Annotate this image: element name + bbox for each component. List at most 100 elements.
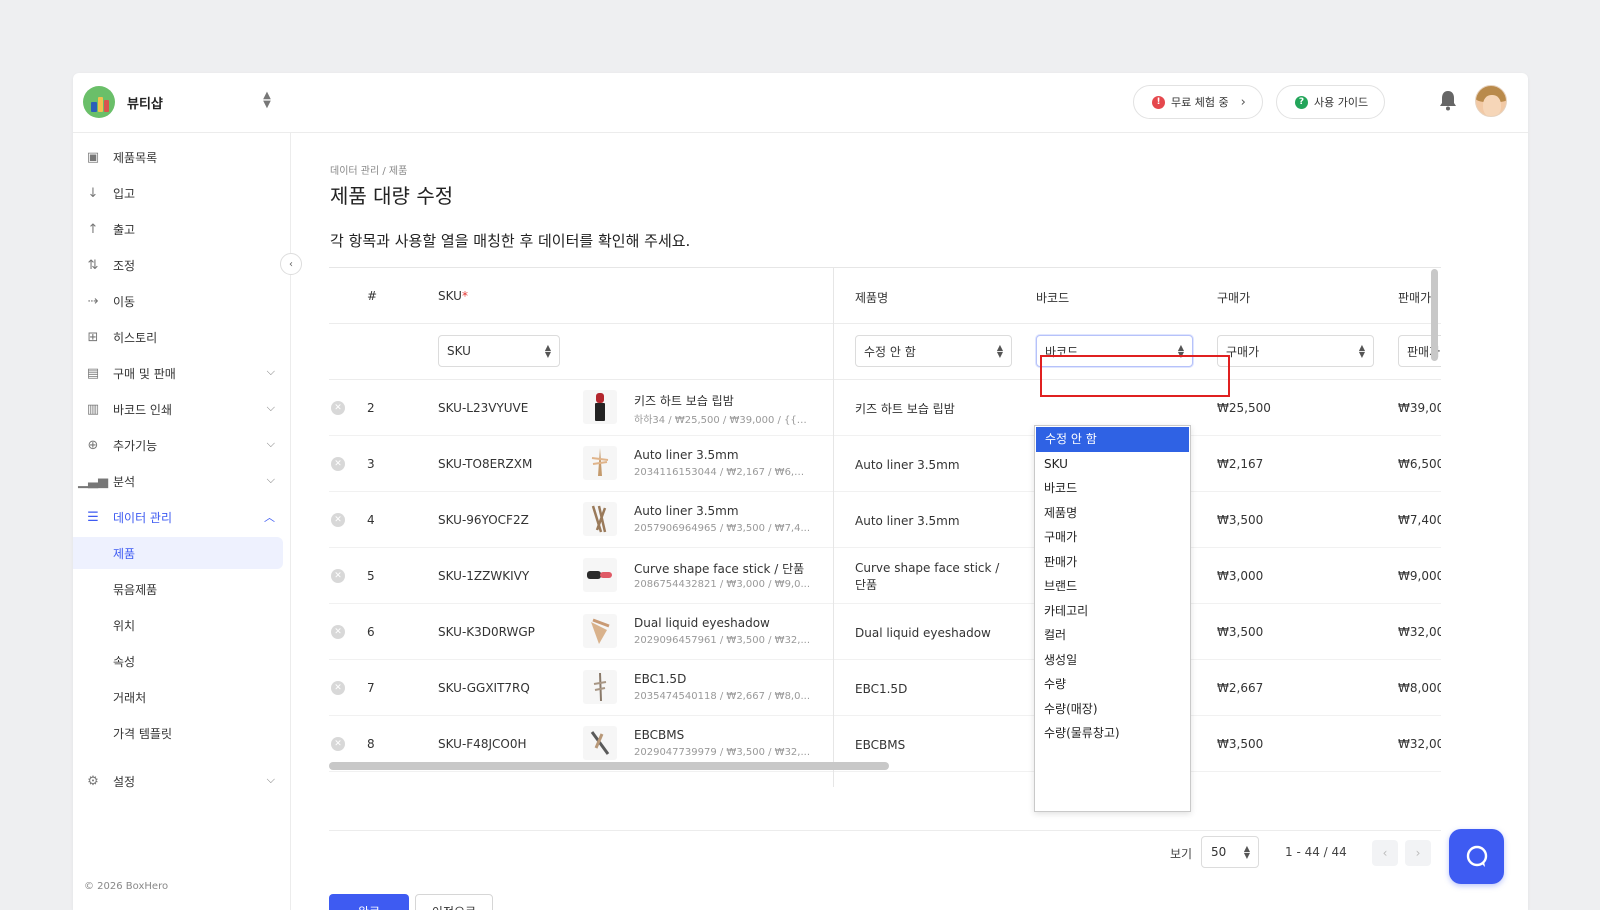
bell-icon[interactable]: [1438, 89, 1458, 111]
remove-row-icon[interactable]: ✕: [331, 457, 345, 471]
sidebar-item-history[interactable]: ⊞ 히스토리: [73, 321, 291, 353]
gear-icon: ⚙: [87, 773, 99, 789]
chevron-right-icon: ›: [1240, 94, 1246, 110]
bar-chart-icon: ▁▃▅: [78, 473, 108, 489]
dropdown-option-sku[interactable]: SKU: [1035, 452, 1190, 477]
row-sku: SKU-K3D0RWGP: [438, 625, 535, 639]
dropdown-option-quantity[interactable]: 수량: [1035, 672, 1190, 697]
sidebar-item-purchase-sales[interactable]: ▤ 구매 및 판매 ⌵: [73, 357, 291, 389]
row-name: Auto liner 3.5mm: [855, 514, 960, 528]
remove-row-icon[interactable]: ✕: [331, 569, 345, 583]
prev-page-button[interactable]: ‹: [1372, 840, 1398, 866]
guide-button[interactable]: ? 사용 가이드: [1276, 85, 1386, 119]
sidebar-item-inbound[interactable]: ↓ 입고: [73, 177, 291, 209]
sidebar-item-analytics[interactable]: ▁▃▅ 분석 ⌵: [73, 465, 291, 497]
row-product-name: 키즈 하트 보습 립밤: [634, 394, 734, 408]
sidebar-subitem-locations[interactable]: 위치: [73, 609, 283, 641]
alert-icon: !: [1152, 95, 1165, 109]
row-sell-price: ₩39,000: [1398, 401, 1441, 415]
shop-name[interactable]: 뷰티샵: [127, 93, 163, 112]
header-sku-label: SKU: [438, 289, 462, 303]
dropdown-option-created-date[interactable]: 생성일: [1035, 648, 1190, 673]
product-thumbnail: [583, 726, 617, 760]
vertical-scrollbar[interactable]: [1431, 269, 1438, 361]
column-divider: [833, 268, 834, 787]
top-bar: 뷰티샵 ▲ ▼ ! 무료 체험 중 › ? 사용 가이드: [73, 73, 1528, 133]
package-icon: ▣: [86, 149, 100, 165]
row-sell-price: ₩8,000: [1398, 681, 1441, 695]
sidebar-subitem-partners[interactable]: 거래처: [73, 681, 283, 713]
sidebar-item-label: 설정: [113, 774, 136, 789]
sidebar-subitem-attributes[interactable]: 속성: [73, 645, 283, 677]
buy-price-column-select[interactable]: 구매가 ▲ ▼: [1217, 335, 1374, 367]
sidebar-subitem-products[interactable]: 제품: [73, 537, 283, 569]
dropdown-option-sell-price[interactable]: 판매가: [1035, 550, 1190, 575]
row-sku: SKU-1ZZWKIVY: [438, 569, 530, 583]
row-num: 6: [367, 625, 375, 639]
sidebar-item-outbound[interactable]: ↑ 출고: [73, 213, 291, 245]
row-num: 4: [367, 513, 375, 527]
sidebar: ▣ 제품목록 ↓ 입고 ↑ 출고 ⇅ 조정 ⇢ 이동 ⊞ 히스토리 ▤ 구매 및 판매 ⌵ ▥…: [73, 133, 291, 910]
dropdown-option-category[interactable]: 카테고리: [1035, 599, 1190, 624]
row-product-details: 2029047739979 / ₩3,500 / ₩32,...: [634, 747, 810, 758]
remove-row-icon[interactable]: ✕: [331, 625, 345, 639]
row-sell-price: ₩32,000: [1398, 737, 1441, 751]
page-size-select[interactable]: 50 ▲ ▼: [1201, 836, 1259, 868]
sidebar-item-products[interactable]: ▣ 제품목록: [73, 141, 291, 173]
done-button[interactable]: 완료: [329, 894, 409, 910]
table-row: ✕ 5 SKU-1ZZWKIVY Curve shape face stick …: [329, 548, 1441, 604]
dropdown-option-buy-price[interactable]: 구매가: [1035, 525, 1190, 550]
sidebar-item-adjust[interactable]: ⇅ 조정: [73, 249, 291, 281]
row-sell-price: ₩7,400: [1398, 513, 1441, 527]
select-arrows-icon: ▲ ▼: [544, 343, 551, 359]
row-product-name: Curve shape face stick / 단품: [634, 562, 805, 576]
sidebar-item-move[interactable]: ⇢ 이동: [73, 285, 291, 317]
next-page-button[interactable]: ›: [1405, 840, 1431, 866]
copyright: © 2026 BoxHero: [84, 881, 169, 892]
horizontal-scrollbar[interactable]: [329, 762, 889, 770]
remove-row-icon[interactable]: ✕: [331, 737, 345, 751]
chat-support-button[interactable]: [1449, 829, 1504, 884]
dropdown-option-quantity-warehouse[interactable]: 수량(물류창고): [1035, 721, 1190, 746]
user-avatar[interactable]: [1475, 85, 1507, 117]
sidebar-collapse-button[interactable]: ‹: [280, 253, 302, 275]
header-name: 제품명: [855, 291, 889, 305]
name-column-select[interactable]: 수정 안 함 ▲ ▼: [855, 335, 1012, 367]
arrow-right-icon: ⇢: [87, 293, 99, 309]
sidebar-item-addons[interactable]: ⊕ 추가기능 ⌵: [73, 429, 291, 461]
chevron-left-icon: ‹: [1382, 846, 1388, 860]
sku-column-select[interactable]: SKU ▲ ▼: [438, 335, 560, 367]
trial-button[interactable]: ! 무료 체험 중 ›: [1133, 85, 1263, 119]
row-buy-price: ₩25,500: [1217, 401, 1271, 415]
dropdown-option-name[interactable]: 제품명: [1035, 501, 1190, 526]
row-product-name: Auto liner 3.5mm: [634, 504, 739, 518]
row-name: Auto liner 3.5mm: [855, 458, 960, 472]
sidebar-item-barcode-print[interactable]: ▥ 바코드 인쇄 ⌵: [73, 393, 291, 425]
sidebar-subitem-bundles[interactable]: 묶음제품: [73, 573, 283, 605]
shop-switch-icon[interactable]: ▲ ▼: [261, 91, 273, 110]
row-buy-price: ₩2,667: [1217, 681, 1264, 695]
sidebar-item-data-management[interactable]: ☰ 데이터 관리 ︿: [73, 501, 291, 533]
chevron-down-icon: ⌵: [266, 473, 275, 486]
barcode-column-select[interactable]: 바코드 ▲ ▼: [1036, 335, 1193, 367]
remove-row-icon[interactable]: ✕: [331, 513, 345, 527]
row-product-details: 하하34 / ₩25,500 / ₩39,000 / {{화...: [634, 415, 810, 426]
back-button[interactable]: 이전으로: [415, 894, 493, 910]
dropdown-option-color[interactable]: 컬러: [1035, 623, 1190, 648]
remove-row-icon[interactable]: ✕: [331, 401, 345, 415]
chevron-left-icon: ‹: [289, 258, 293, 270]
row-product-name: EBC1.5D: [634, 672, 687, 686]
shop-logo[interactable]: [83, 86, 115, 118]
sidebar-subitem-price-templates[interactable]: 가격 템플릿: [73, 717, 283, 749]
row-num: 7: [367, 681, 375, 695]
sidebar-item-label: 분석: [113, 474, 136, 489]
dropdown-option-no-change[interactable]: 수정 안 함: [1036, 427, 1189, 452]
row-name: EBC1.5D: [855, 682, 908, 696]
dropdown-option-quantity-store[interactable]: 수량(매장): [1035, 697, 1190, 722]
remove-row-icon[interactable]: ✕: [331, 681, 345, 695]
dropdown-option-barcode[interactable]: 바코드: [1035, 476, 1190, 501]
chevron-down-icon: ⌵: [266, 365, 275, 378]
dropdown-option-brand[interactable]: 브랜드: [1035, 574, 1190, 599]
sidebar-item-label: 구매 및 판매: [113, 366, 176, 381]
sidebar-item-settings[interactable]: ⚙ 설정 ⌵: [73, 765, 291, 797]
